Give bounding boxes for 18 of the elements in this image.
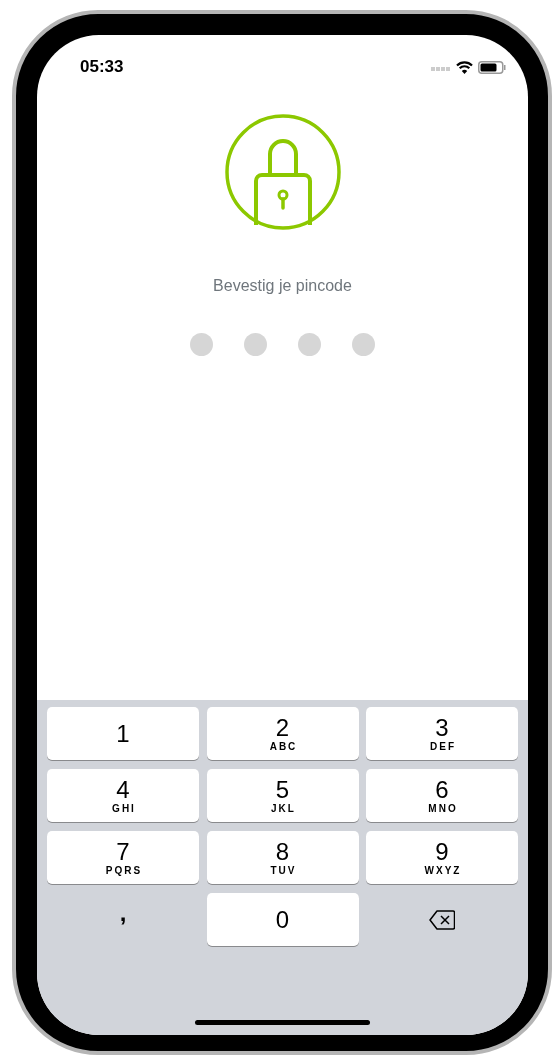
digit-key[interactable]: 5 JKL	[206, 769, 359, 822]
digit-key[interactable]: 7 PQRS	[47, 831, 199, 884]
digit-key[interactable]: 9 WXYZ	[366, 831, 518, 884]
digit-key[interactable]: 8 TUV	[206, 831, 359, 884]
comma-key[interactable]: ,	[47, 893, 199, 946]
battery-icon	[478, 60, 506, 74]
wifi-icon	[456, 60, 473, 74]
digit-key[interactable]: 1	[47, 707, 199, 760]
digit-key[interactable]: 3 DEF	[366, 707, 518, 760]
pin-prompt: Bevestig je pincode	[213, 277, 352, 295]
digit-key[interactable]: 6 MNO	[366, 769, 518, 822]
digit-key[interactable]: 2 ABC	[206, 707, 359, 760]
delete-icon	[429, 909, 455, 930]
digit-key[interactable]: 0	[206, 893, 359, 946]
signal-icon	[431, 67, 451, 71]
status-time: 05:33	[80, 57, 124, 77]
lock-icon	[223, 113, 342, 231]
digit-key[interactable]: 4 GHI	[47, 769, 199, 822]
